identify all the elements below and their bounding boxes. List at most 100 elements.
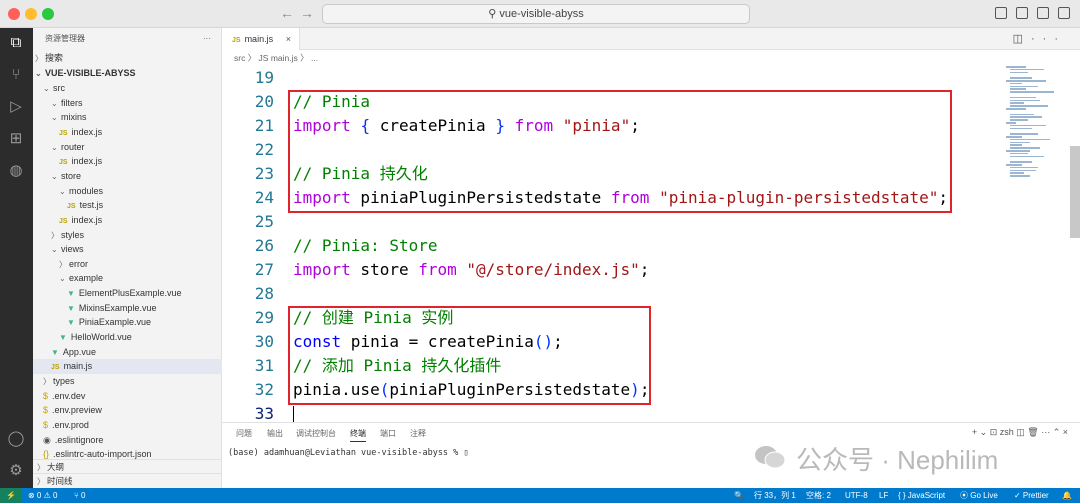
cursor-position[interactable]: 行 33，列 1 [754,488,796,503]
line-number: 28 [254,284,274,303]
file-tree-item[interactable]: ⌄ views [33,242,222,257]
more-editor-actions-icon[interactable]: ··· [1031,33,1066,45]
timeline-section[interactable]: 〉时间线 [33,473,222,488]
explorer-header: 资源管理器 ··· [33,28,221,50]
file-tree-item[interactable]: 〉 styles [33,228,222,243]
file-tree-item[interactable]: ⌄ modules [33,184,222,199]
ports-indicator[interactable]: ⑂ 0 [74,488,85,503]
maximize-window-button[interactable] [42,8,54,20]
run-debug-icon[interactable]: ▷ [7,98,25,116]
file-tree-item[interactable]: $ .env.preview [33,403,222,418]
panel-tab[interactable]: 注释 [410,428,426,439]
file-tree-item-label: filters [61,97,83,108]
toggle-secondary-sidebar-icon[interactable] [1037,7,1049,19]
file-tree-item[interactable]: $ .env.prod [33,418,222,433]
file-tree-item[interactable]: JS test.js [33,198,222,213]
settings-gear-icon[interactable]: ⚙ [7,462,25,480]
file-tree-item[interactable]: 〉 error [33,257,222,272]
file-tree-item[interactable]: ▼ MixinsExample.vue [33,301,222,316]
go-live-button[interactable]: ⦿ Go Live [960,488,998,503]
file-tree-item-label: src [53,83,65,93]
more-actions-icon[interactable]: ··· [203,28,211,50]
line-source: import store from "@/store/index.js"; [293,258,649,282]
extensions-icon[interactable]: ⊞ [7,130,25,148]
file-tree-item[interactable]: JS index.js [33,125,222,140]
file-tree-item[interactable]: JS index.js [33,213,222,228]
file-tree-item[interactable]: 〉 types [33,374,222,389]
file-tree-item[interactable]: ▼ PiniaExample.vue [33,315,222,330]
toggle-panel-icon[interactable] [1016,7,1028,19]
file-tree-item[interactable]: JS index.js [33,154,222,169]
breadcrumb[interactable]: src 〉 JS main.js 〉 ... [222,50,1080,66]
file-tree-item[interactable]: ▼ App.vue [33,345,222,360]
file-tree-item-label: modules [69,185,104,196]
code-line[interactable]: 33 [222,402,992,422]
command-center-search[interactable]: ⚲ vue-visible-abyss [322,4,750,24]
file-tree-item[interactable]: ⌄ filters [33,96,222,111]
forward-arrow-icon[interactable]: → [300,5,314,21]
notifications-bell-icon[interactable]: 🔔 [1062,488,1072,503]
project-root[interactable]: ⌄ VUE-VISIBLE-ABYSS [33,66,222,81]
minimap-line [1006,108,1026,110]
terminal-prompt[interactable]: (base) adamhuan@Leviathan vue-visible-ab… [228,448,469,458]
code-line[interactable]: 25 [222,210,992,234]
code-line[interactable]: 27 import store from "@/store/index.js"; [222,258,992,282]
file-tree-item[interactable]: ◉ .eslintignore [33,433,222,448]
source-control-icon[interactable]: ⑂ [7,66,25,84]
toggle-sidebar-icon[interactable] [995,7,1007,19]
encoding[interactable]: UTF-8 [845,488,868,503]
panel-tab[interactable]: 终端 [350,428,366,442]
file-tree-item[interactable]: $ .env.dev [33,389,222,404]
close-window-button[interactable] [8,8,20,20]
file-tree-item[interactable]: JS main.js [33,359,222,374]
editor-tab-bar: JS main.js × ◫··· [222,28,1080,50]
file-tree-item[interactable]: ⌄ router [33,140,222,155]
problems-indicator[interactable]: ⊗ 0 ⚠ 0 [28,488,57,503]
explorer-icon[interactable]: ⧉ [7,34,25,52]
split-editor-icon[interactable]: ◫ [1013,33,1031,45]
code-editor[interactable]: 19 20// Pinia 21 import { createPinia } fro… [222,66,992,422]
outline-section[interactable]: 〉大纲 [33,459,222,474]
minimap[interactable] [1006,66,1066,186]
file-tree-item[interactable]: ▼ HelloWorld.vue [33,330,222,345]
minimap-line [1010,147,1040,149]
prettier-status[interactable]: ✓ Prettier [1014,488,1049,503]
code-line[interactable]: 19 [222,66,992,90]
minimap-line [1010,113,1034,116]
back-arrow-icon[interactable]: ← [280,5,294,21]
code-line[interactable]: 28 [222,282,992,306]
minimize-window-button[interactable] [25,8,37,20]
line-number: 27 [254,260,274,279]
panel-tab[interactable]: 端口 [380,428,396,439]
panel-tab[interactable]: 输出 [267,428,283,439]
title-bar: ← → ⚲ vue-visible-abyss [0,0,1080,28]
indentation[interactable]: 空格: 2 [806,488,831,503]
highlight-box-pinia-imports [288,90,952,213]
remote-indicator[interactable]: ⚡ [0,488,22,503]
zoom-icon[interactable]: 🔍 [734,488,744,503]
account-icon[interactable]: ◯ [7,430,25,448]
editor-scrollbar[interactable] [1070,146,1080,238]
js-file-icon: JS [59,217,68,225]
close-tab-icon[interactable]: × [286,28,291,50]
panel-tab[interactable]: 调试控制台 [296,428,336,439]
tab-main-js[interactable]: JS main.js × [222,28,300,50]
customize-layout-icon[interactable] [1058,7,1070,19]
explorer-sidebar: 资源管理器 ··· 〉搜索 ⌄ VUE-VISIBLE-ABYSS ⌄ src ⌄ fi… [33,28,222,488]
end-of-line[interactable]: LF [879,488,888,503]
code-line[interactable]: 26 // Pinia: Store [222,234,992,258]
language-mode[interactable]: { } JavaScript [898,488,945,503]
file-tree-item[interactable]: ⌄ store [33,169,222,184]
file-tree-item[interactable]: ▼ ElementPlusExample.vue [33,286,222,301]
minimap-line [1010,169,1036,172]
panel-tab[interactable]: 问题 [236,428,252,439]
search-section[interactable]: 〉搜索 [33,51,222,66]
file-tree-item[interactable]: ⌄ example [33,271,222,286]
file-tree-item[interactable]: ⌄ src [33,81,222,96]
file-tree-item[interactable]: ⌄ mixins [33,110,222,125]
panel-actions[interactable]: + ⌄ ⊡ zsh ◫ 🗑 ··· ⌃ × [972,427,1068,438]
chevron-down-icon: ⌄ [51,171,58,181]
remote-icon[interactable]: ◍ [7,162,25,180]
line-number: 19 [254,68,274,87]
